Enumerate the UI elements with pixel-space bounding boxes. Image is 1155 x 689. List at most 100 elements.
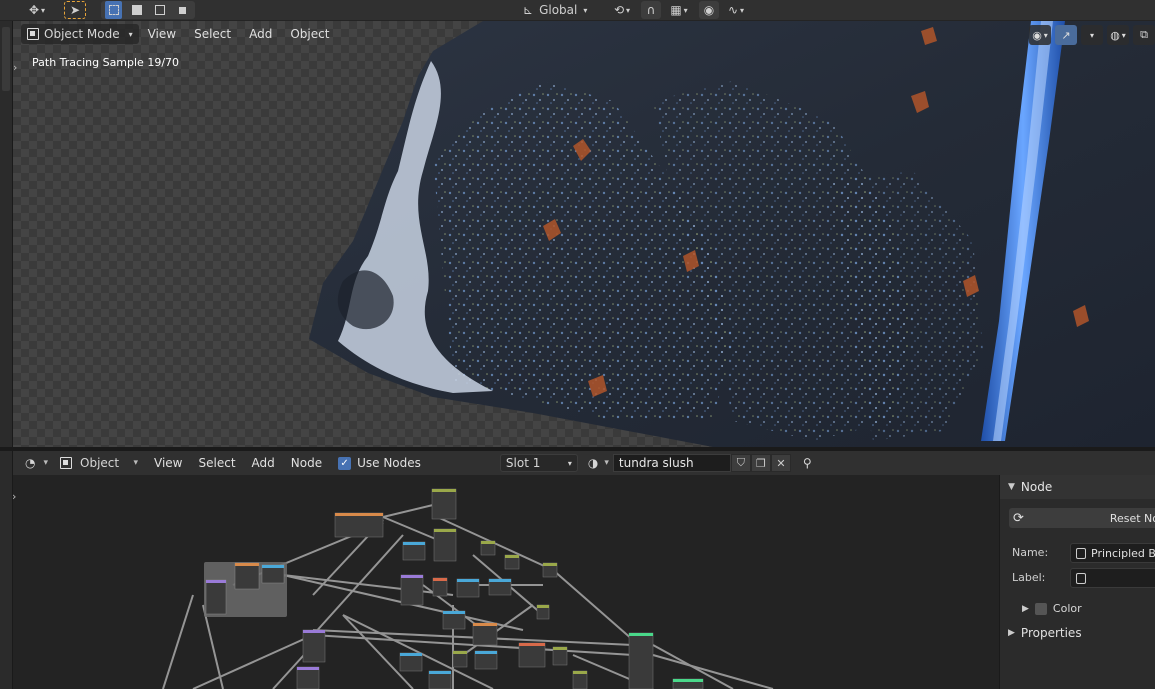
selection-mode-group — [101, 1, 195, 19]
reset-node-label: Reset No — [1109, 511, 1155, 525]
falloff-dropdown[interactable]: ∿ ▾ — [721, 1, 751, 19]
fake-user-button[interactable]: ⛉ — [730, 454, 751, 472]
material-sphere-icon: ◑ — [587, 456, 599, 470]
object-type-label: Object — [80, 456, 120, 470]
node-editor-header: ◔ ▾ Object ▾ View Select Add Node ✓ Use N… — [13, 451, 1155, 475]
properties-label: Properties — [1020, 626, 1082, 640]
transform-orientation-dropdown[interactable]: ⊾ Global ▾ — [519, 1, 599, 19]
overlays-icon: ◍ — [1110, 28, 1120, 42]
menu-view[interactable]: View — [139, 27, 185, 41]
magnet-icon: ∩ — [646, 3, 656, 17]
pivot-point-dropdown[interactable]: ⟲ ▾ — [607, 1, 637, 19]
grid-icon: ▦ — [670, 3, 682, 17]
use-nodes-checkbox[interactable]: ✓ — [338, 456, 352, 470]
shader-editor-icon: ◔ — [25, 456, 36, 470]
chevron-down-icon: ▾ — [583, 5, 588, 15]
node-section-header[interactable]: ▼ Node — [1000, 475, 1155, 499]
node-sidebar: ▼ Node ⟳ Reset No Name: Principled BS La… — [999, 475, 1155, 689]
xray-icon: ⧉ — [1140, 28, 1148, 41]
object-type-dropdown[interactable]: Object ▾ — [56, 454, 142, 472]
material-browse-button[interactable]: ◑ ▾ — [584, 454, 613, 472]
gizmo-toggle[interactable]: ↗ — [1055, 25, 1077, 45]
viewport-header: Object Mode ▾ View Select Add Object — [21, 24, 338, 44]
node-section-title: Node — [1020, 480, 1053, 494]
menu-select[interactable]: Select — [191, 456, 244, 470]
collapse-triangle-icon: ▶ — [1022, 603, 1029, 614]
menu-node[interactable]: Node — [283, 456, 330, 470]
editor-type-dropdown[interactable]: ◔ ▾ — [21, 454, 52, 472]
material-name: tundra slush — [618, 456, 694, 470]
menu-add[interactable]: Add — [240, 27, 281, 41]
expand-node-toolbar-icon[interactable]: › — [12, 490, 16, 503]
node-name-field[interactable]: Principled BS — [1070, 543, 1155, 563]
menu-select[interactable]: Select — [185, 27, 240, 41]
top-toolbar: ✥ ▾ ➤ ⊾ Global ▾ ⟲ ▾ ∩ ▦ ▾ ◉ ∿ ▾ — [0, 0, 1155, 21]
node-toolbar-strip — [0, 451, 13, 689]
chevron-down-icon: ▾ — [43, 458, 49, 468]
select-extend-icon[interactable] — [128, 1, 145, 19]
copy-icon: ❐ — [755, 456, 766, 470]
gizmo-dropdown[interactable]: ▾ — [1081, 25, 1103, 45]
menu-add[interactable]: Add — [244, 456, 283, 470]
select-tool-button[interactable]: ➤ — [64, 1, 86, 19]
node-label-field[interactable] — [1070, 568, 1155, 588]
chevron-down-icon: ▾ — [683, 5, 688, 15]
render-progress-text: Path Tracing Sample 19/70 — [32, 56, 180, 69]
menu-object[interactable]: Object — [281, 27, 338, 41]
color-subpanel[interactable]: ▶ Color — [1022, 602, 1082, 615]
node-graph — [162, 488, 774, 689]
object-icon — [60, 457, 73, 469]
material-name-field[interactable]: tundra slush — [612, 454, 731, 472]
chevron-down-icon: ▾ — [604, 458, 609, 468]
name-label: Name: — [1012, 546, 1049, 559]
label-label: Label: — [1012, 571, 1046, 584]
menu-view[interactable]: View — [146, 456, 190, 470]
shield-icon: ⛉ — [736, 456, 746, 469]
chevron-down-icon: ▾ — [133, 458, 139, 468]
eye-icon: ◉ — [1032, 28, 1042, 42]
snap-toggle[interactable]: ∩ — [641, 1, 661, 19]
nodes — [204, 488, 704, 689]
snap-target-dropdown[interactable]: ▦ ▾ — [663, 1, 695, 19]
collapse-triangle-icon: ▶ — [1008, 628, 1015, 638]
gizmo-icon: ↗ — [1061, 28, 1071, 42]
duplicate-material-button[interactable]: ❐ — [750, 454, 771, 472]
transform-pivot-dropdown[interactable]: ✥ ▾ — [24, 1, 50, 19]
orientation-icon: ⊾ — [523, 3, 534, 17]
pin-button[interactable]: ⚲ — [799, 454, 816, 472]
cursor-icon: ➤ — [69, 3, 81, 17]
properties-subpanel[interactable]: ▶ Properties — [1008, 626, 1082, 640]
node-icon — [1076, 572, 1086, 584]
rendered-terrain — [309, 21, 1155, 447]
falloff-curve-icon: ∿ — [727, 3, 739, 17]
expand-sidebar-icon[interactable]: › — [13, 61, 17, 74]
chevron-down-icon: ▾ — [740, 5, 745, 15]
color-checkbox[interactable] — [1034, 602, 1047, 615]
proportional-edit-toggle[interactable]: ◉ — [699, 1, 719, 19]
reset-node-button[interactable]: ⟳ Reset No — [1009, 508, 1155, 528]
color-label: Color — [1052, 602, 1082, 615]
use-nodes-label: Use Nodes — [357, 456, 421, 470]
overlays-toggle[interactable]: ◍ ▾ — [1107, 25, 1129, 45]
select-new-icon[interactable] — [105, 1, 122, 19]
orientation-value: Global — [539, 3, 578, 17]
expand-triangle-icon: ▼ — [1008, 482, 1015, 492]
pivot-icon: ✥ — [28, 3, 40, 17]
visibility-dropdown[interactable]: ◉ ▾ — [1029, 25, 1051, 45]
node-icon — [1076, 547, 1086, 559]
slot-label: Slot 1 — [505, 456, 541, 470]
object-mode-icon — [27, 28, 39, 40]
unlink-material-button[interactable]: ✕ — [770, 454, 791, 472]
chevron-down-icon: ▾ — [128, 29, 133, 39]
select-subtract-icon[interactable] — [151, 1, 168, 19]
chevron-down-icon: ▾ — [1089, 30, 1094, 40]
mode-dropdown[interactable]: Object Mode ▾ — [21, 24, 139, 44]
select-intersect-icon[interactable] — [174, 1, 191, 19]
xray-toggle[interactable]: ⧉ — [1133, 25, 1155, 45]
3d-viewport[interactable]: Object Mode ▾ View Select Add Object › P… — [13, 21, 1155, 447]
node-name-value: Principled BS — [1091, 546, 1155, 560]
node-canvas[interactable] — [13, 475, 999, 689]
mode-label: Object Mode — [44, 27, 120, 41]
slot-dropdown[interactable]: Slot 1 ▾ — [499, 454, 578, 472]
chevron-down-icon: ▾ — [567, 458, 572, 468]
